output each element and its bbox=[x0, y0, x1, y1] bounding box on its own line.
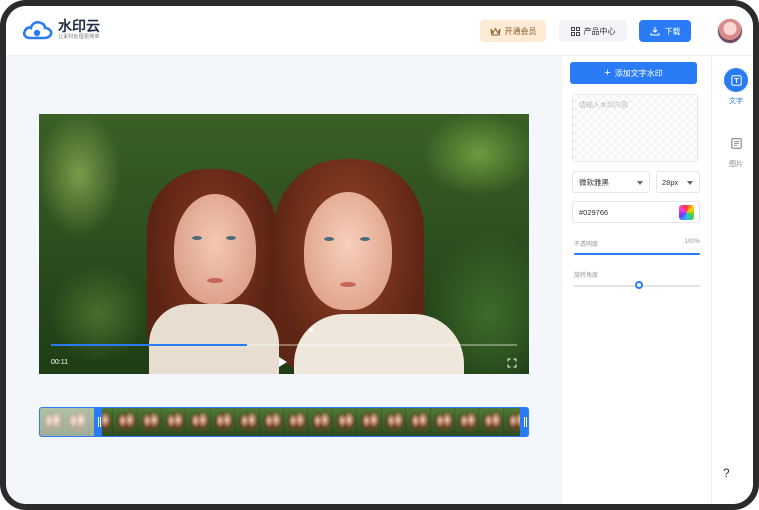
font-family-value: 微软雅黑 bbox=[579, 177, 609, 187]
cloud-logo-icon bbox=[22, 20, 53, 40]
cursor-dot bbox=[309, 328, 313, 332]
help-icon[interactable]: ? bbox=[723, 466, 730, 480]
watermark-placeholder: 请输入水印内容 bbox=[579, 102, 628, 109]
opacity-value: 100% bbox=[684, 239, 700, 245]
timeline-unselected-mask bbox=[40, 408, 96, 436]
add-text-watermark-button[interactable]: + 添加文字水印 bbox=[570, 62, 697, 84]
lips bbox=[207, 278, 223, 283]
text-icon bbox=[724, 68, 748, 92]
add-text-watermark-label: 添加文字水印 bbox=[614, 68, 663, 78]
vip-label: 开通会员 bbox=[504, 26, 537, 36]
user-avatar[interactable] bbox=[717, 18, 743, 44]
rotation-slider-handle[interactable] bbox=[635, 281, 643, 289]
image-icon bbox=[724, 131, 748, 155]
current-time: 00:11 bbox=[51, 359, 68, 366]
download-label: 下载 bbox=[664, 26, 681, 36]
fullscreen-icon[interactable] bbox=[507, 358, 517, 368]
timeline-thumbnails bbox=[40, 408, 528, 436]
video-player[interactable]: 00:11 bbox=[39, 114, 529, 374]
play-icon[interactable] bbox=[279, 357, 287, 367]
timeline-end-handle[interactable] bbox=[520, 408, 528, 436]
video-content-body-left bbox=[149, 304, 279, 374]
tab-text[interactable]: 文字 bbox=[712, 68, 753, 106]
product-center-label: 产品中心 bbox=[583, 26, 616, 36]
video-timeline[interactable] bbox=[39, 407, 529, 437]
opacity-slider[interactable] bbox=[574, 253, 700, 255]
editor-stage: 00:11 bbox=[6, 56, 561, 504]
eye bbox=[226, 236, 236, 240]
opacity-label: 不透明度 bbox=[574, 242, 599, 248]
download-button[interactable]: 下载 bbox=[639, 20, 691, 42]
watermark-text-input[interactable]: 请输入水印内容 bbox=[572, 94, 698, 162]
crown-icon bbox=[490, 26, 500, 35]
color-picker-icon[interactable] bbox=[679, 205, 694, 220]
side-tab-bar: 文字 图片 bbox=[711, 56, 753, 504]
app-logo[interactable]: 水印云 让素材处理更简单 bbox=[22, 18, 100, 42]
app-name: 水印云 bbox=[58, 18, 100, 34]
color-input[interactable]: #029766 bbox=[572, 201, 700, 223]
plus-icon: + bbox=[604, 67, 611, 79]
font-size-select[interactable]: 28px bbox=[656, 171, 700, 193]
color-value: #029766 bbox=[579, 207, 609, 217]
product-center-button[interactable]: 产品中心 bbox=[559, 20, 627, 42]
eye bbox=[324, 237, 334, 241]
app-window: 水印云 让素材处理更简单 开通会员 产品中心 下载 00:11 + 添加文字水印… bbox=[0, 0, 759, 510]
timeline-start-handle[interactable] bbox=[94, 408, 102, 436]
tab-text-label: 文字 bbox=[729, 98, 743, 105]
eye bbox=[192, 236, 202, 240]
app-slogan: 让素材处理更简单 bbox=[58, 34, 100, 40]
watermark-settings-panel: + 添加文字水印 请输入水印内容 微软雅黑 28px #029766 不透明度 … bbox=[561, 56, 711, 504]
top-bar: 水印云 让素材处理更简单 开通会员 产品中心 下载 bbox=[6, 6, 753, 56]
tab-image-label: 图片 bbox=[729, 161, 743, 168]
video-content-face-right bbox=[304, 192, 392, 310]
lips bbox=[340, 282, 356, 287]
rotation-label: 旋转角度 bbox=[574, 273, 599, 279]
eye bbox=[360, 237, 370, 241]
chevron-down-icon bbox=[687, 181, 693, 185]
grid-icon bbox=[570, 26, 580, 36]
vip-button[interactable]: 开通会员 bbox=[480, 20, 546, 42]
video-progress-bar[interactable] bbox=[51, 344, 517, 346]
video-progress-fill bbox=[51, 344, 247, 346]
chevron-down-icon bbox=[637, 181, 643, 185]
download-icon bbox=[650, 27, 659, 36]
video-content-face-left bbox=[174, 194, 256, 304]
font-size-value: 28px bbox=[662, 177, 679, 187]
tab-image[interactable]: 图片 bbox=[712, 131, 753, 169]
font-family-select[interactable]: 微软雅黑 bbox=[572, 171, 650, 193]
